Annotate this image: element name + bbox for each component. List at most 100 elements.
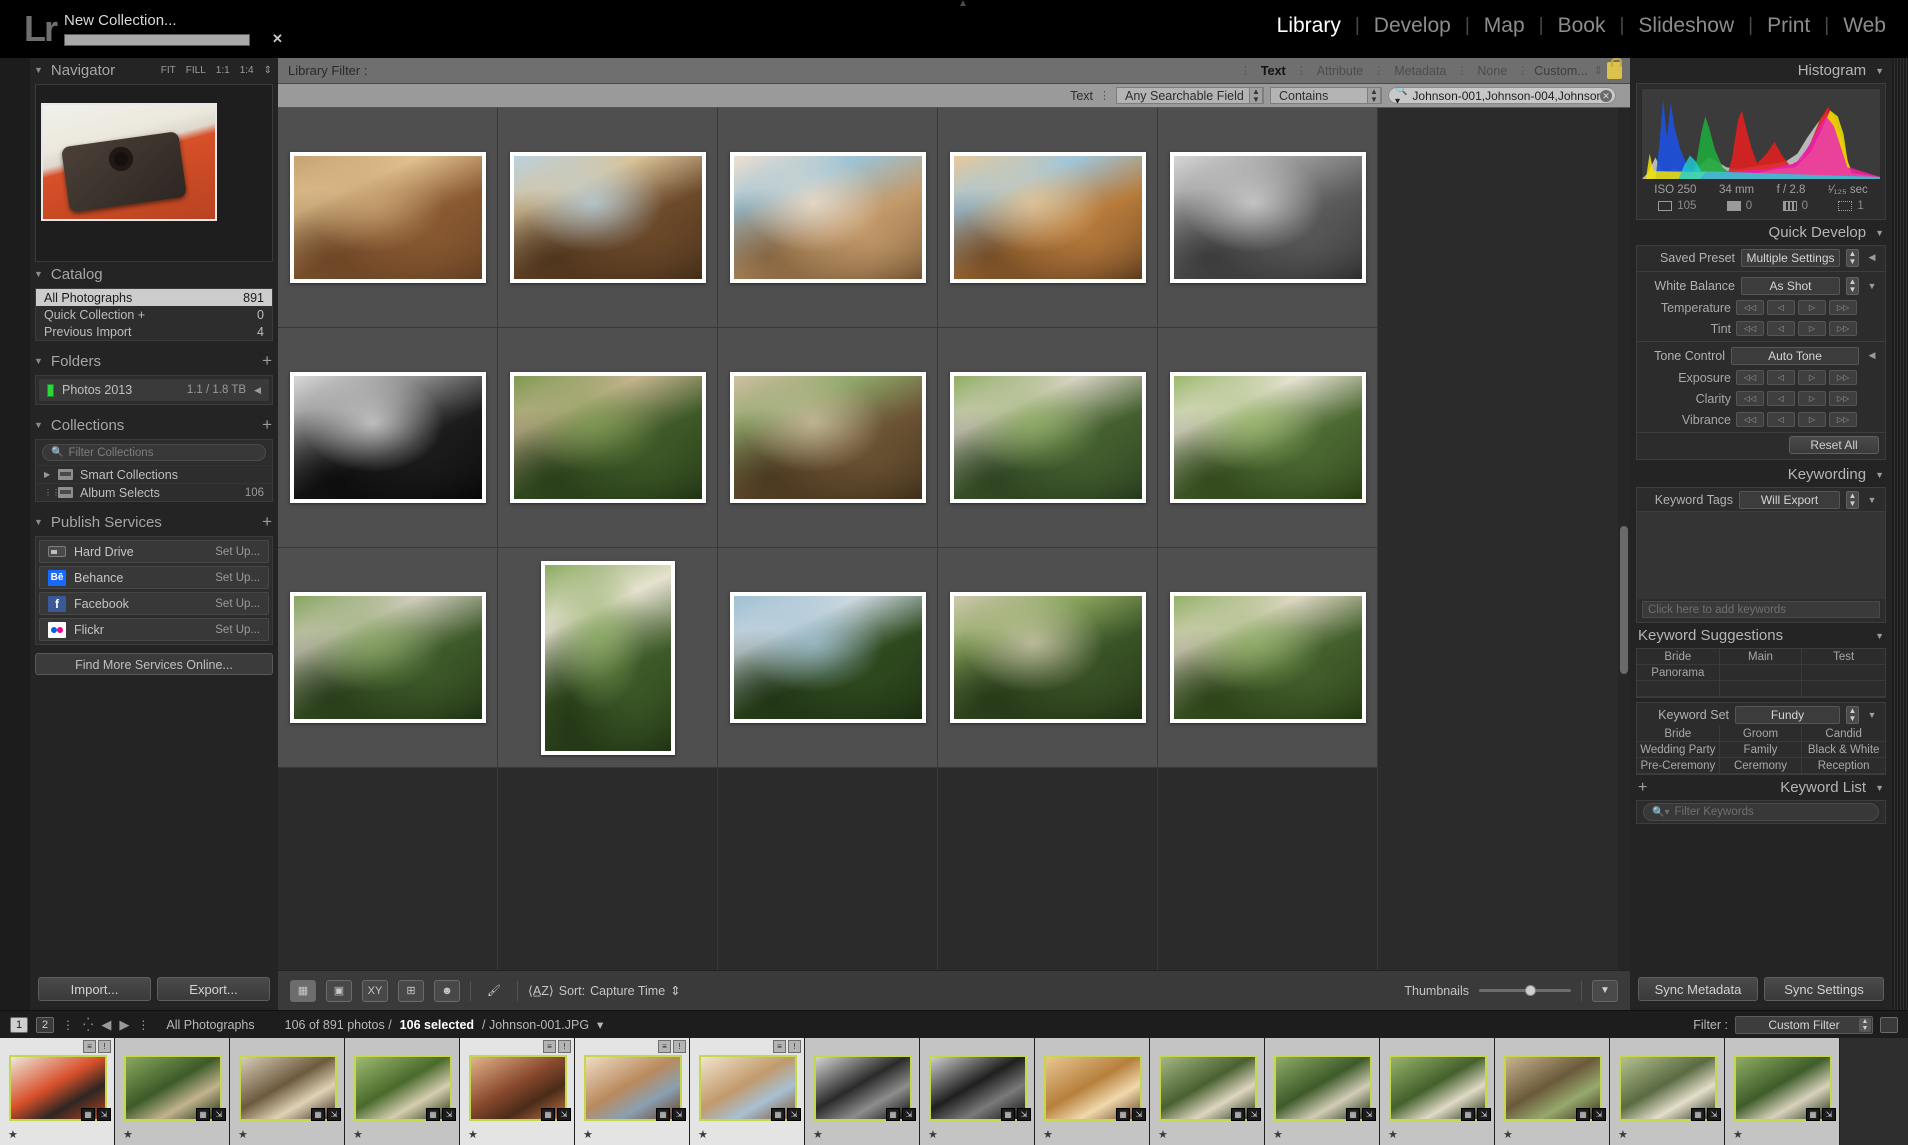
filmstrip-status-icon[interactable]: ⇲ xyxy=(1822,1108,1836,1121)
filmstrip-status-icon[interactable]: ▦ xyxy=(1691,1108,1705,1121)
keyword-suggestion-cell[interactable] xyxy=(1802,665,1885,681)
grid-scrollbar[interactable] xyxy=(1618,108,1630,970)
filmstrip-item[interactable]: ▦ ⇲ ★ xyxy=(230,1038,345,1145)
publish-service-setup[interactable]: Set Up... xyxy=(215,598,260,610)
add-publish-service-icon[interactable]: + xyxy=(262,512,278,532)
filmstrip-status-icon[interactable]: ⇲ xyxy=(327,1108,341,1121)
filmstrip-status-icon[interactable]: ⇲ xyxy=(97,1108,111,1121)
search-field-select[interactable]: Any Searchable Field ▲ ▼ xyxy=(1116,87,1264,104)
zoom-1-1[interactable]: 1:1 xyxy=(216,65,230,76)
grid-cell[interactable] xyxy=(498,768,718,970)
zoom-fill[interactable]: FILL xyxy=(186,65,206,76)
navigator-zoom-levels[interactable]: FIT FILL 1:1 1:4 ⇕ xyxy=(161,65,278,76)
keyword-set-select[interactable]: Fundy xyxy=(1735,705,1840,724)
filmstrip[interactable]: ≡! ▦ ⇲ ★ ▦ ⇲ ★ ▦ ⇲ ★ ▦ ⇲ ★ ≡! ▦ ⇲ ★ ≡! ▦ ⇲ ★ ≡! ▦ ⇲ ★ ▦ ⇲ ★ ▦ ⇲ ★ ▦ ⇲ ★ ▦ ⇲… xyxy=(0,1038,1908,1145)
filter-toggle-icon[interactable] xyxy=(1880,1016,1898,1033)
publish-services-header[interactable]: ▼ Publish Services + xyxy=(30,510,278,534)
keyword-suggestion-cell[interactable] xyxy=(1802,681,1885,697)
survey-view-icon[interactable]: ⊞ xyxy=(398,979,424,1002)
collection-item-album-selects[interactable]: ⋮⋮ Album Selects 106 xyxy=(36,483,272,501)
photo-thumbnail[interactable] xyxy=(509,372,706,503)
filmstrip-status-icon[interactable]: ▦ xyxy=(81,1108,95,1121)
filmstrip-status-icon[interactable]: ▦ xyxy=(771,1108,785,1121)
filter-tab-none[interactable]: None xyxy=(1467,64,1517,78)
filmstrip-item[interactable]: ▦ ⇲ ★ xyxy=(1265,1038,1380,1145)
filmstrip-status-icon[interactable]: ▦ xyxy=(1116,1108,1130,1121)
zoom-1-4[interactable]: 1:4 xyxy=(240,65,254,76)
quick-develop-header[interactable]: Quick Develop ▼ xyxy=(1630,220,1892,245)
photo-thumbnail[interactable] xyxy=(949,592,1146,723)
filmstrip-status-icon[interactable]: ⇲ xyxy=(1362,1108,1376,1121)
grid-cell[interactable] xyxy=(938,328,1158,548)
auto-tone-button[interactable]: Auto Tone xyxy=(1731,346,1859,365)
chevron-right-icon[interactable]: ▶ xyxy=(44,470,58,479)
photo-thumbnail[interactable] xyxy=(289,372,486,503)
temperature-increase[interactable]: ▷ xyxy=(1798,300,1826,315)
loupe-view-icon[interactable]: ▣ xyxy=(326,979,352,1002)
publish-service-setup[interactable]: Set Up... xyxy=(215,624,260,636)
vibrance-decrease[interactable]: ◁ xyxy=(1767,412,1795,427)
filmstrip-rating-star[interactable]: ★ xyxy=(813,1128,823,1141)
filter-tab-text[interactable]: Text xyxy=(1251,64,1296,78)
page-number-1[interactable]: 1 xyxy=(10,1016,28,1033)
keyword-set-cell[interactable]: Family xyxy=(1719,742,1803,758)
folders-header[interactable]: ▼ Folders + xyxy=(30,349,278,373)
search-operator-select[interactable]: Contains ▲ ▼ xyxy=(1270,87,1382,104)
filmstrip-item[interactable]: ▦ ⇲ ★ xyxy=(1035,1038,1150,1145)
filmstrip-item[interactable]: ▦ ⇲ ★ xyxy=(1150,1038,1265,1145)
stepper-icon[interactable]: ▲ ▼ xyxy=(1846,490,1859,509)
filmstrip-rating-star[interactable]: ★ xyxy=(1043,1128,1053,1141)
filmstrip-item[interactable]: ▦ ⇲ ★ xyxy=(345,1038,460,1145)
catalog-item[interactable]: Previous Import 4 xyxy=(36,323,272,340)
sync-metadata-button[interactable]: Sync Metadata xyxy=(1638,977,1758,1001)
chevron-left-icon[interactable]: ◀ xyxy=(1865,252,1879,263)
filmstrip-rating-star[interactable]: ★ xyxy=(468,1128,478,1141)
photo-thumbnail[interactable] xyxy=(949,372,1146,503)
keyword-suggestion-cell[interactable]: Test xyxy=(1802,649,1885,665)
stepper-icon[interactable]: ▲ ▼ xyxy=(1846,248,1859,267)
filmstrip-status-icon[interactable]: ▦ xyxy=(426,1108,440,1121)
publish-service-setup[interactable]: Set Up... xyxy=(215,572,260,584)
keyword-set-cell[interactable]: Bride xyxy=(1637,726,1720,742)
tint-decrease-large[interactable]: ◁◁ xyxy=(1736,321,1764,336)
keyword-tags-textarea[interactable] xyxy=(1637,511,1885,599)
white-balance-select[interactable]: As Shot xyxy=(1741,276,1840,295)
tint-decrease[interactable]: ◁ xyxy=(1767,321,1795,336)
filmstrip-rating-star[interactable]: ★ xyxy=(583,1128,593,1141)
zoom-fit[interactable]: FIT xyxy=(161,65,176,76)
chevron-left-icon[interactable]: ◀ xyxy=(1865,350,1879,361)
keyword-suggestions-header[interactable]: Keyword Suggestions ▼ xyxy=(1630,623,1892,648)
filmstrip-status-icon[interactable]: ▦ xyxy=(886,1108,900,1121)
folder-item[interactable]: Photos 2013 1.1 / 1.8 TB ◀ xyxy=(39,379,269,401)
status-dropdown-icon[interactable]: ▾ xyxy=(597,1017,603,1032)
photo-thumbnail[interactable] xyxy=(949,152,1146,283)
thumbnail-size-slider[interactable] xyxy=(1479,985,1571,996)
clarity-decrease-large[interactable]: ◁◁ xyxy=(1736,391,1764,406)
chevron-down-icon[interactable]: ▼ xyxy=(1865,710,1879,720)
filmstrip-item[interactable]: ≡! ▦ ⇲ ★ xyxy=(460,1038,575,1145)
filmstrip-badge-icon[interactable]: ! xyxy=(673,1040,686,1053)
module-print[interactable]: Print xyxy=(1753,14,1824,38)
filmstrip-item[interactable]: ▦ ⇲ ★ xyxy=(805,1038,920,1145)
clarity-decrease[interactable]: ◁ xyxy=(1767,391,1795,406)
module-book[interactable]: Book xyxy=(1544,14,1620,38)
export-button[interactable]: Export... xyxy=(157,977,270,1001)
filmstrip-item[interactable]: ▦ ⇲ ★ xyxy=(1725,1038,1840,1145)
filmstrip-status-icon[interactable]: ⇲ xyxy=(212,1108,226,1121)
panel-toggle-top-icon[interactable]: ▲ xyxy=(952,0,974,9)
grid-cell[interactable] xyxy=(938,768,1158,970)
left-panel-handle[interactable] xyxy=(0,58,30,1010)
exposure-increase-large[interactable]: ▷▷ xyxy=(1829,370,1857,385)
chevron-left-icon[interactable]: ◀ xyxy=(254,385,261,396)
filmstrip-badge-icon[interactable]: ≡ xyxy=(83,1040,96,1053)
photo-thumbnail[interactable] xyxy=(289,592,486,723)
filmstrip-status-icon[interactable]: ⇲ xyxy=(672,1108,686,1121)
right-panel-handle[interactable] xyxy=(1892,58,1908,1010)
module-slideshow[interactable]: Slideshow xyxy=(1624,14,1748,38)
filmstrip-status-icon[interactable]: ▦ xyxy=(1576,1108,1590,1121)
filmstrip-item[interactable]: ▦ ⇲ ★ xyxy=(115,1038,230,1145)
vibrance-decrease-large[interactable]: ◁◁ xyxy=(1736,412,1764,427)
module-web[interactable]: Web xyxy=(1829,14,1900,38)
add-keyword-icon[interactable]: + xyxy=(1638,779,1647,797)
catalog-item[interactable]: Quick Collection + 0 xyxy=(36,306,272,323)
